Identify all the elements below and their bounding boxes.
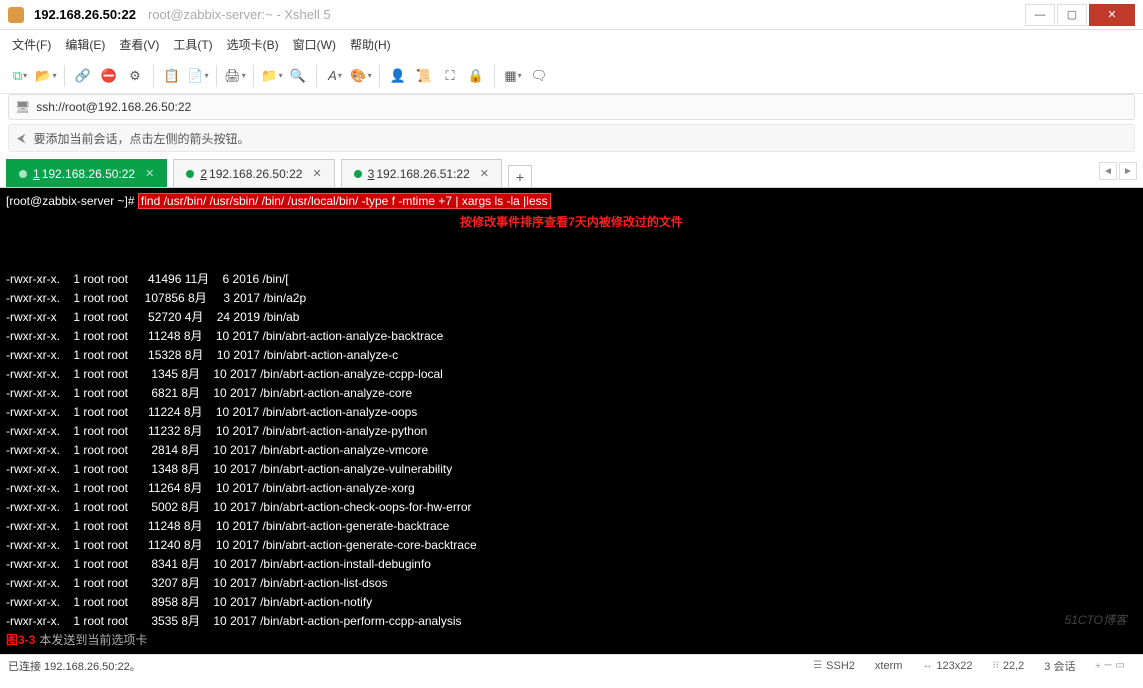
menu-view[interactable]: 查看(V) — [119, 36, 159, 53]
paste-icon[interactable]: 📄▾ — [188, 66, 208, 86]
lock-icon[interactable]: 🔒 — [466, 66, 486, 86]
size-icon: ↔ — [922, 660, 932, 671]
status-size: 123x22 — [936, 660, 972, 672]
fullscreen-icon[interactable]: ⛶ — [440, 66, 460, 86]
arrow-left-icon[interactable]: ⮜ — [17, 131, 26, 146]
sftp-icon[interactable]: 📁▾ — [262, 66, 282, 86]
shell-prompt: [root@zabbix-server ~]# — [6, 194, 138, 208]
session-tab-1[interactable]: 1 192.168.26.50:22✕ — [6, 159, 167, 187]
toolbar: ⧉▾ 📂▾ 🔗 ⛔ ⚙ 📋 📄▾ 🖨▾ 📁▾ 🔍 A▾ 🎨▾ 👤 📜 ⛶ 🔒 ▦… — [0, 58, 1143, 94]
reconnect-icon[interactable]: 🔗 — [73, 66, 93, 86]
script-icon[interactable]: 📜 — [414, 66, 434, 86]
session-tab-bar: 1 192.168.26.50:22✕2 192.168.26.50:22✕3 … — [0, 158, 1143, 188]
menu-file[interactable]: 文件(F) — [12, 36, 51, 53]
terminal-output[interactable]: [root@zabbix-server ~]# find /usr/bin/ /… — [0, 188, 1143, 654]
status-connection: 已连接 192.168.26.50:22。 — [8, 658, 141, 674]
window-titlebar: 192.168.26.50:22 root@zabbix-server:~ - … — [0, 0, 1143, 30]
minimize-button[interactable]: — — [1025, 4, 1055, 26]
layout-icon[interactable]: ▦▾ — [503, 66, 523, 86]
terminal-bottom-line: 图3-3本发送到当前选项卡 — [6, 631, 147, 650]
search-icon[interactable]: 🔍 — [288, 66, 308, 86]
menu-tab[interactable]: 选项卡(B) — [227, 36, 279, 53]
open-session-icon[interactable]: 📂▾ — [36, 66, 56, 86]
info-bar-text: 要添加当前会话，点击左侧的箭头按钮。 — [34, 130, 250, 147]
tab-close-icon[interactable]: ✕ — [312, 167, 321, 180]
close-button[interactable]: ✕ — [1089, 4, 1135, 26]
app-icon — [8, 7, 24, 23]
user-icon[interactable]: 👤 — [388, 66, 408, 86]
status-term: xterm — [875, 660, 903, 672]
menu-help[interactable]: 帮助(H) — [350, 36, 391, 53]
tab-close-icon[interactable]: ✕ — [145, 167, 154, 180]
status-bar: 已连接 192.168.26.50:22。 ☰ SSH2 xterm ↔ 123x2… — [0, 654, 1143, 676]
trailing-icons: ⧾ ─ ▭ — [1095, 660, 1125, 671]
window-title-secondary: root@zabbix-server:~ - Xshell 5 — [148, 7, 331, 22]
address-bar[interactable]: 🖥 ssh://root@192.168.26.50:22 — [8, 94, 1135, 120]
session-tab-2[interactable]: 2 192.168.26.50:22✕ — [173, 159, 334, 187]
address-bar-text: ssh://root@192.168.26.50:22 — [36, 100, 191, 114]
tab-nav-left[interactable]: ◄ — [1099, 162, 1117, 180]
disconnect-icon[interactable]: ⛔ — [99, 66, 119, 86]
menu-tools[interactable]: 工具(T) — [173, 36, 212, 53]
connection-status-dot — [19, 170, 27, 178]
broadcast-icon[interactable]: 🗨 — [529, 66, 549, 86]
menubar: 文件(F) 编辑(E) 查看(V) 工具(T) 选项卡(B) 窗口(W) 帮助(… — [0, 30, 1143, 58]
annotation-text: 按修改事件排序查看7天内被修改过的文件 — [6, 211, 1137, 232]
status-pos: 22,2 — [1003, 660, 1024, 672]
status-ssh: SSH2 — [826, 660, 855, 672]
font-icon[interactable]: A▾ — [325, 66, 345, 86]
pos-icon: ⁝⁝ — [992, 660, 998, 671]
tab-nav-right[interactable]: ► — [1119, 162, 1137, 180]
properties-icon[interactable]: ⚙ — [125, 66, 145, 86]
connection-status-dot — [186, 170, 194, 178]
new-session-icon[interactable]: ⧉▾ — [10, 66, 30, 86]
ssh-lock-icon: 🖥 — [15, 100, 30, 114]
shell-command: find /usr/bin/ /usr/sbin/ /bin/ /usr/loc… — [138, 193, 551, 209]
connection-status-dot — [354, 170, 362, 178]
ssh-icon: ☰ — [813, 660, 822, 671]
watermark: 51CTO博客 — [1065, 611, 1127, 630]
info-bar: ⮜ 要添加当前会话，点击左侧的箭头按钮。 — [8, 124, 1135, 152]
menu-edit[interactable]: 编辑(E) — [65, 36, 105, 53]
session-tab-3[interactable]: 3 192.168.26.51:22✕ — [341, 159, 502, 187]
copy-icon[interactable]: 📋 — [162, 66, 182, 86]
color-icon[interactable]: 🎨▾ — [351, 66, 371, 86]
print-icon[interactable]: 🖨▾ — [225, 66, 245, 86]
menu-window[interactable]: 窗口(W) — [293, 36, 336, 53]
window-title-primary: 192.168.26.50:22 — [34, 7, 136, 22]
status-sessions: 3 会话 — [1044, 658, 1075, 674]
tab-close-icon[interactable]: ✕ — [480, 167, 489, 180]
maximize-button[interactable]: ▢ — [1057, 4, 1087, 26]
tab-add-button[interactable]: + — [508, 165, 532, 187]
figure-label: 图3-3 — [6, 633, 35, 647]
